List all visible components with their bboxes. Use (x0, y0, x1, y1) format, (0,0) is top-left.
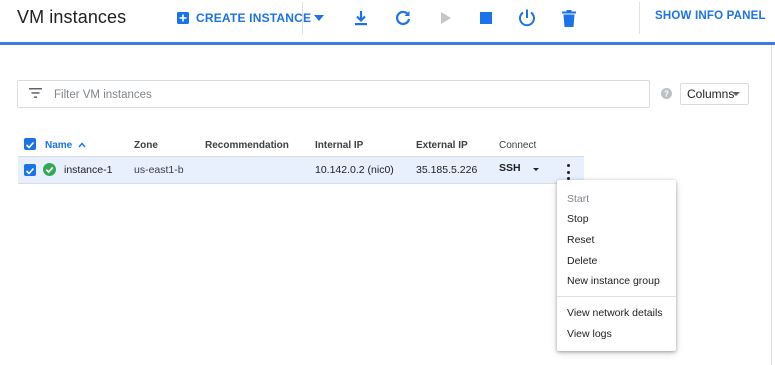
select-all-checkbox[interactable] (24, 138, 36, 150)
instance-zone: us-east1-b (134, 164, 184, 176)
more-actions-button[interactable] (309, 8, 329, 28)
column-header-recommendation[interactable]: Recommendation (205, 140, 289, 151)
start-button[interactable] (436, 8, 456, 28)
check-icon (25, 167, 35, 175)
add-box-icon (177, 12, 189, 24)
ssh-dropdown-icon[interactable] (533, 168, 539, 171)
instance-internal-ip: 10.142.0.2 (nic0) (315, 164, 394, 176)
stop-icon (480, 12, 492, 24)
download-icon (355, 11, 367, 26)
ssh-button[interactable]: SSH (499, 162, 521, 174)
play-icon (441, 12, 451, 24)
filter-icon (29, 88, 42, 98)
sort-ascending-icon (78, 142, 86, 148)
instance-external-ip[interactable]: 35.185.5.226 (416, 164, 477, 176)
dot (566, 164, 570, 167)
menu-item-view-network-details[interactable]: View network details (567, 307, 663, 319)
column-header-connect: Connect (499, 140, 537, 151)
column-header-internal-ip[interactable]: Internal IP (315, 140, 363, 151)
check-circle-icon (43, 163, 56, 176)
power-icon (519, 9, 535, 27)
delete-button[interactable] (559, 7, 579, 29)
columns-dropdown[interactable]: Columns (680, 83, 749, 105)
menu-divider (557, 296, 676, 297)
menu-item-start: Start (567, 193, 590, 205)
create-instance-button[interactable]: CREATE INSTANCE (176, 8, 311, 28)
column-header-name-label: Name (45, 140, 73, 151)
caret-down-icon (732, 92, 740, 96)
trash-icon (562, 9, 576, 27)
reset-button[interactable] (516, 7, 538, 29)
column-header-name[interactable]: Name (45, 140, 86, 151)
svg-text:?: ? (664, 90, 669, 99)
column-header-external-ip[interactable]: External IP (416, 140, 468, 151)
page-title: VM instances (17, 7, 127, 27)
filter-bar[interactable] (17, 80, 650, 108)
columns-label: Columns (687, 87, 735, 101)
toolbar-divider (302, 2, 303, 34)
column-header-zone[interactable]: Zone (134, 140, 158, 151)
menu-item-reset[interactable]: Reset (567, 234, 594, 246)
help-icon[interactable]: ? (661, 88, 672, 99)
toolbar-divider (639, 2, 640, 34)
menu-item-delete[interactable]: Delete (567, 255, 597, 267)
menu-item-view-logs[interactable]: View logs (567, 328, 612, 340)
import-button[interactable] (350, 7, 372, 29)
refresh-icon (396, 10, 411, 26)
menu-item-new-instance-group[interactable]: New instance group (567, 275, 660, 287)
instance-actions-menu: Start Stop Reset Delete New instance gro… (557, 180, 676, 351)
refresh-button[interactable] (392, 7, 414, 29)
instance-name-link[interactable]: instance-1 (64, 164, 112, 176)
header-accent-line (0, 42, 775, 45)
dot (566, 170, 570, 174)
check-icon (25, 141, 35, 149)
show-info-panel-button[interactable]: SHOW INFO PANEL (655, 10, 766, 22)
menu-item-stop[interactable]: Stop (567, 213, 589, 225)
caret-down-icon (314, 15, 324, 21)
header-toolbar: VM instances CREATE INSTANCE SHOW INFO P… (0, 0, 775, 42)
panel-edge (771, 45, 772, 365)
filter-input[interactable] (54, 86, 634, 103)
row-checkbox[interactable] (24, 164, 36, 176)
more-vert-icon[interactable] (563, 164, 573, 180)
create-instance-label: CREATE INSTANCE (196, 11, 312, 25)
stop-button[interactable] (476, 8, 496, 28)
